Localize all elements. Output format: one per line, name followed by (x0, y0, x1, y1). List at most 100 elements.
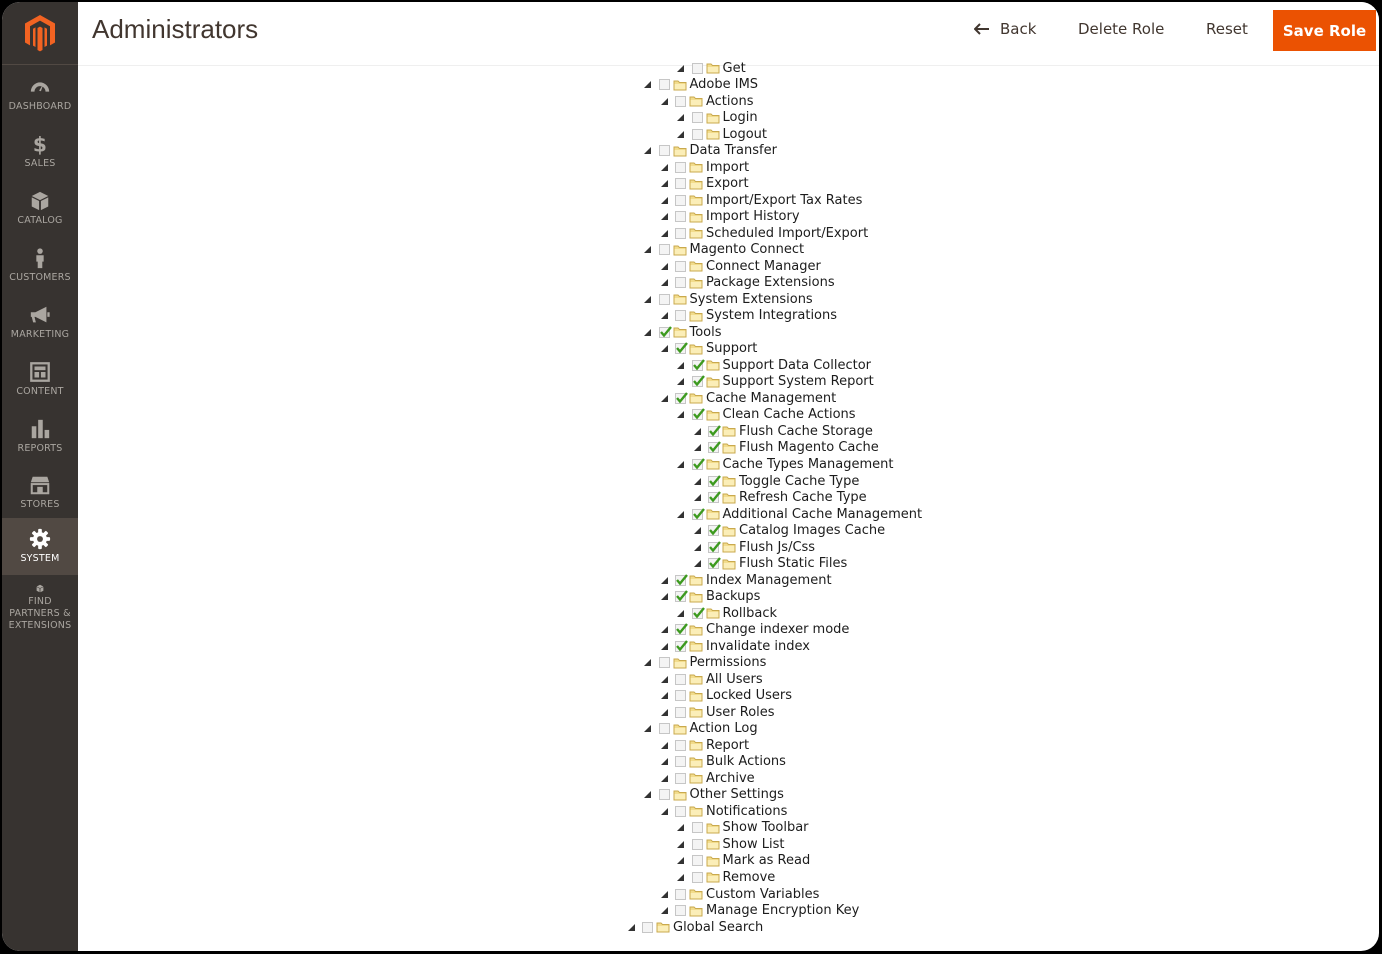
tree-node[interactable]: Import (659, 159, 749, 175)
tree-node-label[interactable]: Import History (706, 209, 800, 224)
tree-node-checkbox[interactable] (675, 673, 686, 685)
tree-node-checkbox[interactable] (708, 524, 721, 537)
tree-node-label[interactable]: Index Management (706, 573, 832, 588)
tree-node-label[interactable]: Scheduled Import/Export (706, 226, 868, 241)
expand-arrow-icon[interactable] (692, 526, 702, 536)
delete-role-button[interactable]: Delete Role (1078, 20, 1164, 38)
tree-node-label[interactable]: Refresh Cache Type (739, 490, 867, 505)
expand-arrow-icon[interactable] (659, 625, 669, 635)
expand-arrow-icon[interactable] (676, 377, 686, 387)
tree-node-label[interactable]: System Integrations (706, 308, 837, 323)
tree-node-label[interactable]: Global Search (673, 920, 763, 935)
tree-node-label[interactable]: System Extensions (690, 292, 813, 307)
tree-node[interactable]: Report (659, 737, 749, 753)
expand-arrow-icon[interactable] (676, 608, 686, 618)
tree-node-label[interactable]: Change indexer mode (706, 622, 849, 637)
tree-node[interactable]: Invalidate index (659, 638, 810, 654)
tree-node-label[interactable]: Locked Users (706, 688, 792, 703)
tree-node-label[interactable]: Data Transfer (690, 143, 777, 158)
tree-node[interactable]: Remove (676, 869, 775, 885)
tree-node-checkbox[interactable] (691, 112, 703, 124)
tree-node-label[interactable]: Rollback (723, 606, 778, 621)
tree-node-label[interactable]: Show Toolbar (723, 820, 809, 835)
expand-arrow-icon[interactable] (692, 476, 702, 486)
expand-arrow-icon[interactable] (676, 856, 686, 866)
tree-node-checkbox[interactable] (708, 425, 721, 437)
tree-node-checkbox[interactable] (691, 507, 705, 520)
tree-node-label[interactable]: Support Data Collector (723, 358, 872, 373)
tree-node-checkbox[interactable] (675, 161, 686, 173)
tree-node-checkbox[interactable] (658, 789, 670, 801)
tree-node-label[interactable]: Clean Cache Actions (723, 407, 856, 422)
tree-node[interactable]: Cache Types Management (676, 456, 893, 472)
back-button[interactable]: Back (974, 20, 1036, 38)
tree-node-label[interactable]: Permissions (690, 655, 767, 670)
tree-node[interactable]: Notifications (659, 803, 787, 819)
tree-node-checkbox[interactable] (658, 723, 670, 735)
tree-node[interactable]: Global Search (626, 919, 763, 935)
tree-node[interactable]: Import/Export Tax Rates (659, 192, 862, 208)
tree-node[interactable]: Change indexer mode (659, 622, 849, 638)
tree-node[interactable]: Show Toolbar (676, 820, 809, 836)
expand-arrow-icon[interactable] (676, 872, 686, 882)
tree-node-checkbox[interactable] (675, 805, 686, 817)
tree-node[interactable]: Cache Management (659, 390, 836, 406)
nav-find-partners[interactable]: FIND PARTNERS & EXTENSIONS (2, 575, 78, 632)
tree-node-label[interactable]: Flush Magento Cache (739, 440, 879, 455)
tree-node[interactable]: User Roles (659, 704, 775, 720)
tree-node-label[interactable]: Manage Encryption Key (706, 903, 859, 918)
expand-arrow-icon[interactable] (643, 294, 653, 304)
tree-node-checkbox[interactable] (658, 145, 670, 157)
magento-logo[interactable] (2, 2, 78, 65)
tree-node[interactable]: Additional Cache Management (676, 506, 922, 522)
tree-node-label[interactable]: Cache Management (706, 391, 836, 406)
tree-node[interactable]: Export (659, 176, 749, 192)
tree-node-label[interactable]: Export (706, 176, 749, 191)
tree-node-label[interactable]: Flush Cache Storage (739, 424, 873, 439)
tree-node[interactable]: Clean Cache Actions (676, 407, 856, 423)
expand-arrow-icon[interactable] (692, 443, 702, 453)
tree-node-label[interactable]: Other Settings (690, 787, 784, 802)
tree-node[interactable]: Flush Static Files (692, 556, 847, 572)
expand-arrow-icon[interactable] (659, 261, 669, 271)
tree-node[interactable]: Scheduled Import/Export (659, 225, 868, 241)
tree-node[interactable]: Support Data Collector (676, 357, 872, 373)
tree-node-checkbox[interactable] (708, 491, 721, 504)
tree-node-checkbox[interactable] (675, 310, 686, 322)
tree-node-label[interactable]: All Users (706, 672, 763, 687)
tree-node-checkbox[interactable] (675, 639, 688, 652)
tree-node[interactable]: Archive (659, 770, 755, 786)
tree-node-checkbox[interactable] (675, 772, 686, 784)
tree-node-checkbox[interactable] (691, 375, 705, 388)
nav-catalog[interactable]: CATALOG (2, 180, 78, 237)
tree-node[interactable]: Custom Variables (659, 886, 819, 902)
tree-node[interactable]: Actions (659, 93, 754, 109)
tree-node-checkbox[interactable] (691, 855, 703, 867)
expand-arrow-icon[interactable] (643, 724, 653, 734)
tree-node-label[interactable]: Login (723, 110, 758, 125)
tree-node[interactable]: All Users (659, 671, 763, 687)
tree-node-checkbox[interactable] (675, 756, 686, 768)
tree-node[interactable]: Other Settings (643, 787, 784, 803)
tree-node[interactable]: Refresh Cache Type (692, 490, 867, 506)
nav-sales[interactable]: $ SALES (2, 123, 78, 180)
tree-node[interactable]: Tools (643, 324, 722, 340)
tree-node-checkbox[interactable] (675, 888, 686, 900)
tree-node[interactable]: Logout (676, 126, 767, 142)
expand-arrow-icon[interactable] (659, 195, 669, 205)
expand-arrow-icon[interactable] (676, 113, 686, 123)
tree-node-checkbox[interactable] (658, 293, 670, 305)
expand-arrow-icon[interactable] (659, 575, 669, 585)
tree-node[interactable]: Index Management (659, 572, 832, 588)
expand-arrow-icon[interactable] (643, 327, 653, 337)
tree-node-checkbox[interactable] (708, 540, 721, 553)
tree-node-checkbox[interactable] (658, 326, 672, 338)
tree-node-checkbox[interactable] (691, 822, 703, 834)
tree-node-label[interactable]: Custom Variables (706, 887, 819, 902)
tree-node[interactable]: Mark as Read (676, 853, 810, 869)
tree-node-checkbox[interactable] (675, 277, 686, 289)
tree-node-checkbox[interactable] (658, 79, 670, 91)
expand-arrow-icon[interactable] (659, 806, 669, 816)
expand-arrow-icon[interactable] (659, 740, 669, 750)
tree-node-checkbox[interactable] (675, 392, 688, 404)
